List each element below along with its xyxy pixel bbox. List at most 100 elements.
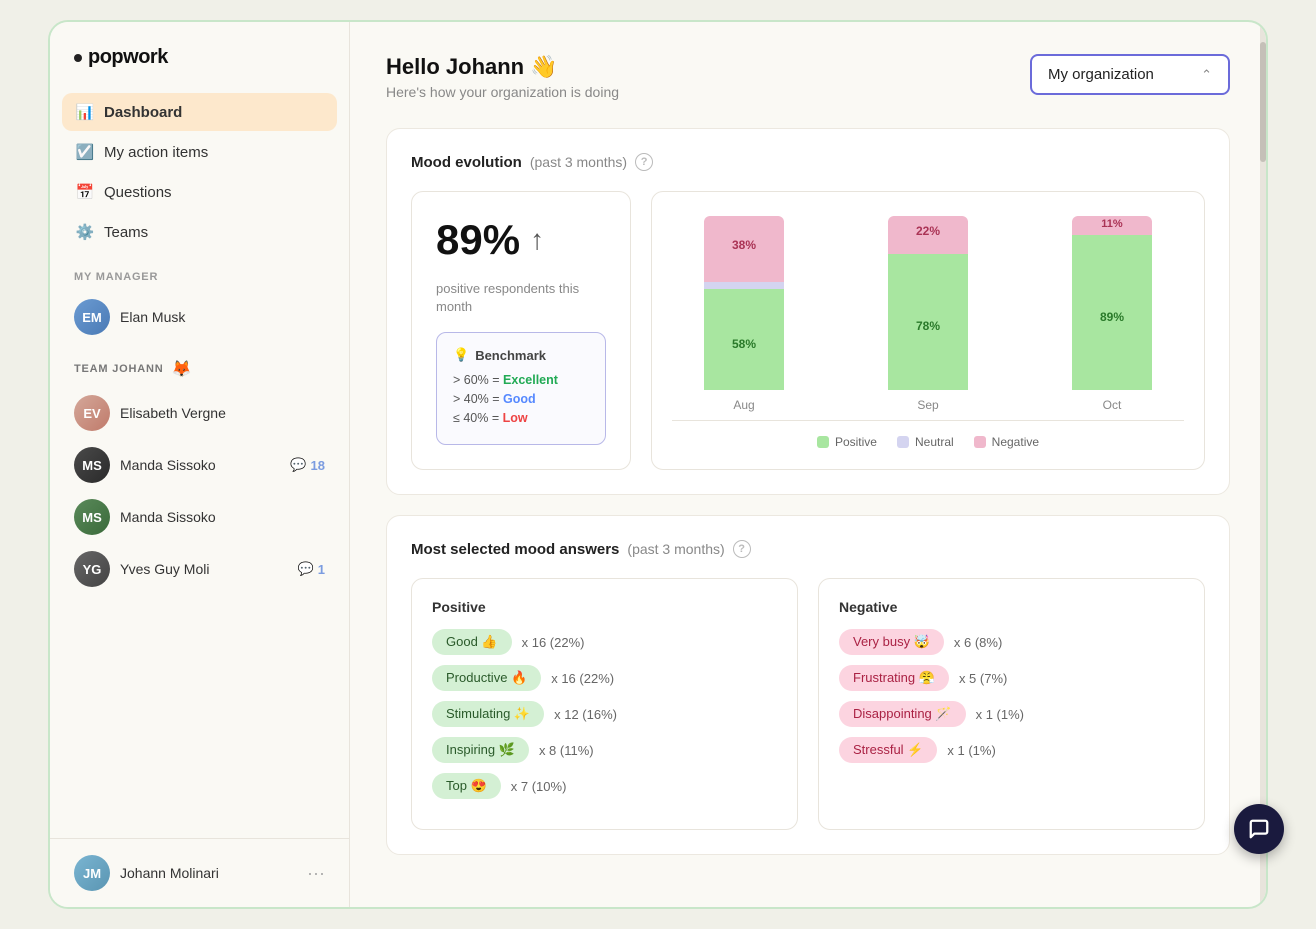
bar-label-aug: Aug	[733, 398, 754, 412]
nav-item-action-items[interactable]: ☑️ My action items	[62, 133, 337, 171]
legend-neutral: Neutral	[897, 435, 954, 449]
mood-count-inspiring: x 8 (11%)	[539, 743, 594, 758]
member-avatar-ygm: YG	[74, 551, 110, 587]
chat-button[interactable]	[1234, 804, 1284, 854]
chat-icon	[1248, 818, 1270, 840]
manager-name: Elan Musk	[120, 309, 185, 325]
mood-answers-title: Most selected mood answers (past 3 month…	[411, 540, 1205, 558]
org-selector[interactable]: My organization ⌃	[1030, 54, 1230, 95]
bar-positive-oct: 89%	[1072, 235, 1152, 390]
bar-group-aug: 58% 38% Aug	[699, 216, 789, 412]
action-items-icon: ☑️	[76, 143, 94, 161]
bar-stack-oct: 89% 11%	[1072, 216, 1152, 390]
team-member-row[interactable]: EV Elisabeth Vergne	[50, 387, 349, 439]
mood-tag-productive: Productive 🔥	[432, 665, 541, 691]
mood-tag-row: Very busy 🤯 x 6 (8%)	[839, 629, 1184, 655]
legend-dot-negative	[974, 436, 986, 448]
main-content: Hello Johann 👋 Here's how your organizat…	[350, 22, 1266, 907]
mood-count-stressful: x 1 (1%)	[947, 743, 995, 758]
help-icon-2[interactable]: ?	[733, 540, 751, 558]
mood-tag-very-busy: Very busy 🤯	[839, 629, 944, 655]
bar-positive-aug: 58%	[704, 289, 784, 390]
dashboard-icon: 📊	[76, 103, 94, 121]
benchmark-label: Benchmark	[475, 348, 546, 363]
app-container: popwork 📊 Dashboard ☑️ My action items 📅…	[48, 20, 1268, 909]
mood-count-good: x 16 (22%)	[522, 635, 585, 650]
benchmark-row-good: > 40% = Good	[453, 392, 589, 406]
current-user-name: Johann Molinari	[120, 865, 219, 881]
comment-badge-ms1[interactable]: 💬 18	[290, 457, 325, 473]
greeting-subtitle: Here's how your organization is doing	[386, 84, 619, 100]
member-name-1: Manda Sissoko	[120, 457, 280, 473]
mood-tag-stimulating: Stimulating ✨	[432, 701, 544, 727]
nav-item-questions[interactable]: 📅 Questions	[62, 173, 337, 211]
org-selector-text: My organization	[1048, 66, 1154, 83]
positive-col: Positive Good 👍 x 16 (22%) Productive 🔥 …	[411, 578, 798, 830]
legend-dot-neutral	[897, 436, 909, 448]
legend-positive: Positive	[817, 435, 877, 449]
mood-tag-good: Good 👍	[432, 629, 512, 655]
legend-label-neutral: Neutral	[915, 435, 954, 449]
manager-item[interactable]: EM Elan Musk	[50, 291, 349, 343]
mood-tag-row: Top 😍 x 7 (10%)	[432, 773, 777, 799]
benchmark-box: 💡 Benchmark > 60% = Excellent > 40% = Go…	[436, 332, 606, 445]
chart-area: 58% 38% Aug 78% 22%	[651, 191, 1205, 470]
nav-section: 📊 Dashboard ☑️ My action items 📅 Questio…	[50, 93, 349, 253]
big-percentage: 89% ↑	[436, 216, 606, 264]
mood-tag-row: Inspiring 🌿 x 8 (11%)	[432, 737, 777, 763]
user-menu-dots[interactable]: ···	[307, 863, 325, 884]
chevron-down-icon: ⌃	[1201, 67, 1212, 83]
comment-count-ms1: 18	[311, 458, 325, 473]
comment-badge-ygm[interactable]: 💬 1	[298, 561, 325, 577]
member-name-2: Manda Sissoko	[120, 509, 325, 525]
mood-tag-row: Stressful ⚡ x 1 (1%)	[839, 737, 1184, 763]
questions-icon: 📅	[76, 183, 94, 201]
bar-negative-sep: 22%	[888, 216, 968, 254]
page-header: Hello Johann 👋 Here's how your organizat…	[386, 54, 1230, 100]
benchmark-excellent: Excellent	[503, 373, 558, 387]
bar-negative-aug: 38%	[704, 216, 784, 282]
mood-evolution-title: Mood evolution (past 3 months) ?	[411, 153, 1205, 171]
team-header: TEAM JOHANN 🦊	[50, 343, 349, 387]
manager-avatar: EM	[74, 299, 110, 335]
mood-tag-top: Top 😍	[432, 773, 501, 799]
percentage-value: 89%	[436, 216, 520, 264]
mood-answers-subtitle: (past 3 months)	[627, 541, 724, 557]
mood-count-top: x 7 (10%)	[511, 779, 567, 794]
nav-label-questions: Questions	[104, 184, 172, 201]
nav-item-dashboard[interactable]: 📊 Dashboard	[62, 93, 337, 131]
up-arrow-icon: ↑	[530, 224, 544, 256]
benchmark-row-excellent: > 60% = Excellent	[453, 373, 589, 387]
mood-answers-grid: Positive Good 👍 x 16 (22%) Productive 🔥 …	[411, 578, 1205, 830]
help-icon[interactable]: ?	[635, 153, 653, 171]
legend-dot-positive	[817, 436, 829, 448]
member-name-0: Elisabeth Vergne	[120, 405, 325, 421]
mood-tag-inspiring: Inspiring 🌿	[432, 737, 529, 763]
team-member-row[interactable]: YG Yves Guy Moli 💬 1	[50, 543, 349, 595]
positive-col-title: Positive	[432, 599, 777, 615]
right-scrollbar[interactable]	[1260, 22, 1266, 907]
mood-count-very-busy: x 6 (8%)	[954, 635, 1002, 650]
mood-evolution-label: Mood evolution	[411, 154, 522, 171]
mood-tag-row: Good 👍 x 16 (22%)	[432, 629, 777, 655]
team-member-row[interactable]: MS Manda Sissoko	[50, 491, 349, 543]
teams-icon: ⚙️	[76, 223, 94, 241]
bar-label-oct: Oct	[1103, 398, 1122, 412]
logo-text: popwork	[88, 46, 168, 69]
bar-negative-oct: 11%	[1072, 216, 1152, 235]
chart-legend: Positive Neutral Negative	[672, 435, 1184, 449]
sidebar-bottom: JM Johann Molinari ···	[50, 838, 349, 907]
bar-stack-sep: 78% 22%	[888, 216, 968, 390]
bar-group-oct: 89% 11% Oct	[1067, 216, 1157, 412]
member-name-3: Yves Guy Moli	[120, 561, 288, 577]
nav-item-teams[interactable]: ⚙️ Teams	[62, 213, 337, 251]
mood-evolution-card: Mood evolution (past 3 months) ? 89% ↑ p…	[386, 128, 1230, 495]
mood-tag-row: Disappointing 🪄 x 1 (1%)	[839, 701, 1184, 727]
mood-tag-row: Stimulating ✨ x 12 (16%)	[432, 701, 777, 727]
mood-count-disappointing: x 1 (1%)	[976, 707, 1024, 722]
team-member-row[interactable]: MS Manda Sissoko 💬 18	[50, 439, 349, 491]
legend-negative: Negative	[974, 435, 1039, 449]
logo-area: popwork	[50, 46, 349, 93]
legend-label-positive: Positive	[835, 435, 877, 449]
greeting-area: Hello Johann 👋 Here's how your organizat…	[386, 54, 619, 100]
